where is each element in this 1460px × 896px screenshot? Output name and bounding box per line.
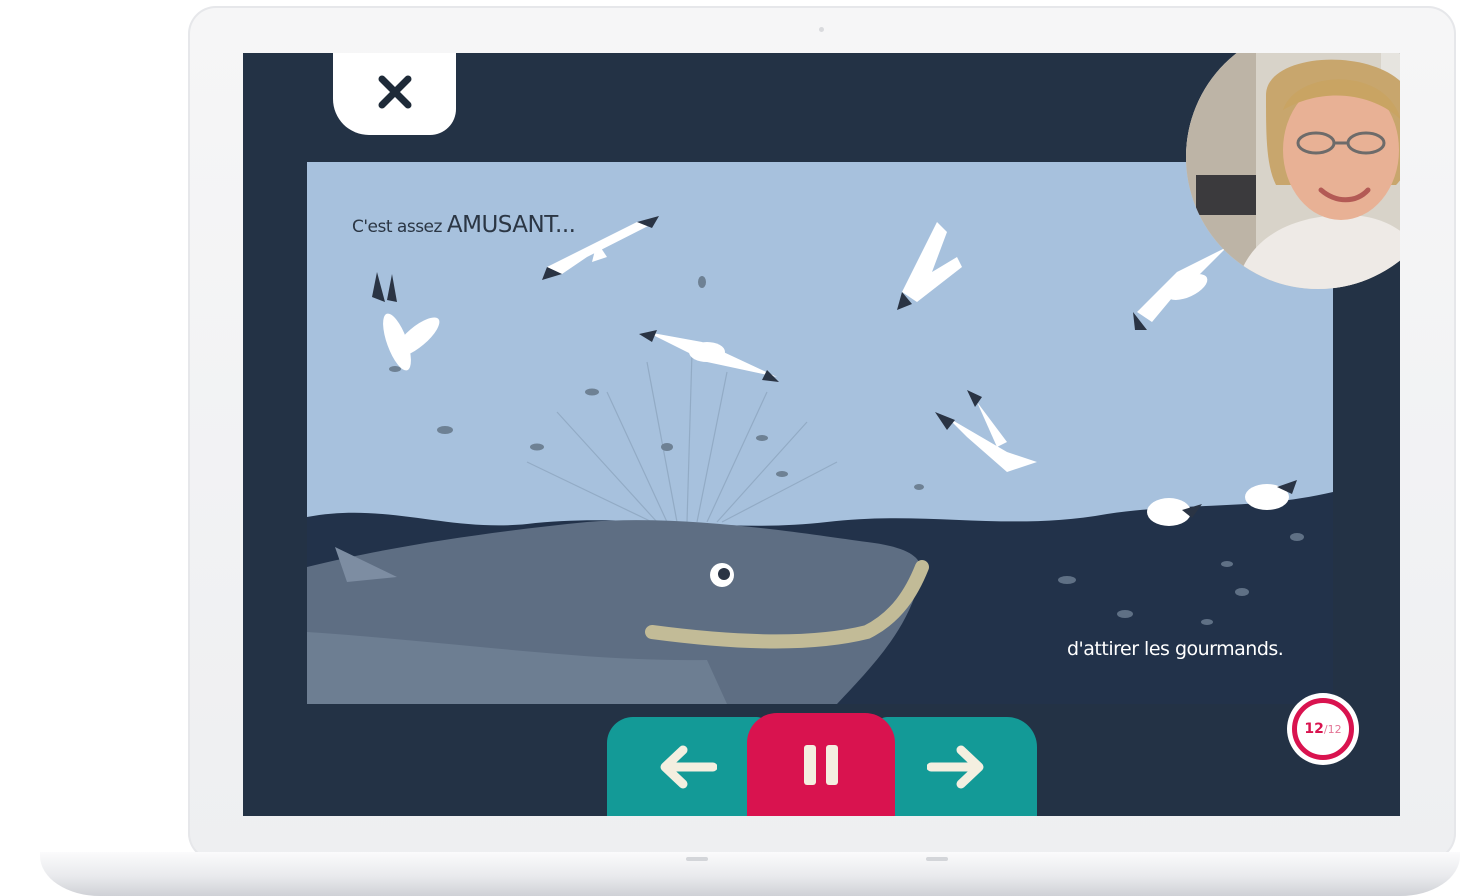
previous-page-button[interactable] bbox=[607, 717, 767, 816]
pause-icon bbox=[804, 745, 838, 785]
story-text-top-small: C'est assez bbox=[352, 217, 442, 237]
story-text-bottom: d'attirer les gourmands. bbox=[1067, 638, 1284, 660]
story-illustration: C'est assez AMUSANT... d'attirer les gou… bbox=[307, 162, 1333, 704]
pause-button[interactable] bbox=[747, 713, 895, 816]
story-illustration-art bbox=[307, 162, 1333, 704]
page-total: /12 bbox=[1323, 723, 1342, 736]
playback-controls bbox=[607, 713, 1037, 816]
arrow-right-icon bbox=[927, 745, 984, 789]
close-button[interactable] bbox=[333, 53, 456, 135]
hinge-mark bbox=[686, 857, 708, 861]
laptop-base bbox=[40, 852, 1460, 896]
page-current: 12 bbox=[1304, 721, 1324, 737]
reader-screen: C'est assez AMUSANT... d'attirer les gou… bbox=[243, 53, 1400, 816]
arrow-left-icon bbox=[660, 745, 717, 789]
next-page-button[interactable] bbox=[877, 717, 1037, 816]
page-counter: 12/12 bbox=[1287, 693, 1359, 765]
hinge-mark bbox=[926, 857, 948, 861]
close-icon bbox=[378, 75, 411, 109]
story-text-top: C'est assez AMUSANT... bbox=[352, 212, 576, 238]
page-counter-text: 12/12 bbox=[1304, 721, 1341, 737]
camera-dot bbox=[819, 27, 824, 32]
story-text-top-emphasis: AMUSANT... bbox=[446, 212, 576, 238]
